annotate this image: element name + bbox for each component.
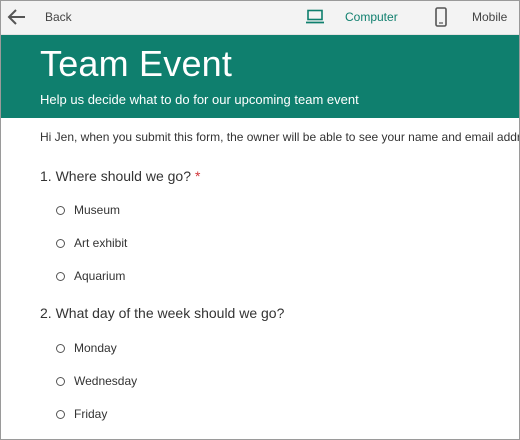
mobile-view-button[interactable]: Mobile xyxy=(472,10,507,24)
form-header-banner: Team Event Help us decide what to do for… xyxy=(1,35,519,118)
question-2-label: 2. What day of the week should we go? xyxy=(40,305,284,321)
option-wednesday[interactable]: Wednesday xyxy=(56,373,137,389)
radio-icon[interactable] xyxy=(56,271,65,281)
radio-icon[interactable] xyxy=(56,205,65,215)
question-1-text: 1. Where should we go? xyxy=(40,168,191,184)
mobile-icon[interactable] xyxy=(435,7,447,27)
option-label: Aquarium xyxy=(74,269,126,283)
privacy-notice: Hi Jen, when you submit this form, the o… xyxy=(40,130,520,144)
question-1-label: 1. Where should we go? * xyxy=(40,168,200,184)
option-label: Friday xyxy=(74,407,108,421)
preview-toolbar: Back Computer Mobile xyxy=(1,1,519,35)
option-label: Museum xyxy=(74,203,121,217)
computer-icon[interactable] xyxy=(306,9,324,25)
option-monday[interactable]: Monday xyxy=(56,340,117,356)
required-marker: * xyxy=(194,168,201,184)
radio-icon[interactable] xyxy=(56,376,65,386)
form-subtitle: Help us decide what to do for our upcomi… xyxy=(40,92,359,107)
radio-icon[interactable] xyxy=(56,238,65,248)
option-label: Art exhibit xyxy=(74,236,128,250)
form-preview-window: Back Computer Mobile Team Event Help us … xyxy=(0,0,520,440)
back-arrow-icon[interactable] xyxy=(7,8,27,26)
back-button[interactable]: Back xyxy=(45,10,72,24)
radio-icon[interactable] xyxy=(56,409,65,419)
option-museum[interactable]: Museum xyxy=(56,202,120,218)
option-friday[interactable]: Friday xyxy=(56,406,107,422)
option-art-exhibit[interactable]: Art exhibit xyxy=(56,235,127,251)
question-2-text: 2. What day of the week should we go? xyxy=(40,305,285,321)
computer-view-button[interactable]: Computer xyxy=(345,10,398,24)
radio-icon[interactable] xyxy=(56,343,65,353)
option-label: Monday xyxy=(74,341,117,355)
form-title: Team Event xyxy=(40,43,233,84)
option-label: Wednesday xyxy=(74,374,138,388)
option-aquarium[interactable]: Aquarium xyxy=(56,268,125,284)
